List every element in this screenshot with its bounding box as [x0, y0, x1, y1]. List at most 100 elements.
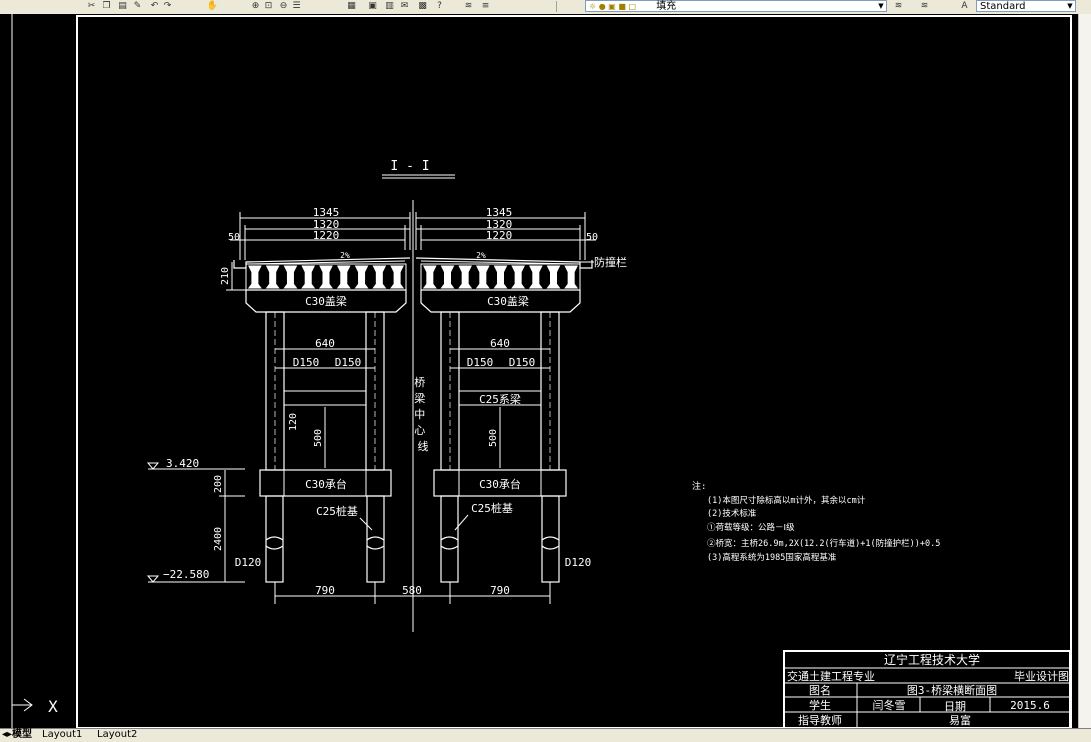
help-icon[interactable]: ? — [433, 1, 446, 12]
dim-clear-height: 500 — [313, 429, 324, 447]
cap-beam-left-label: C30盖梁 — [305, 294, 347, 308]
dim-tie-height: 120 — [288, 413, 299, 431]
girder — [511, 265, 526, 289]
centerline-char: 桥 — [414, 376, 425, 389]
tab-layout1[interactable]: Layout1 — [40, 729, 84, 741]
dim-clear-height-right: 500 — [488, 429, 499, 447]
pile-cap-left-label: C30承台 — [305, 477, 347, 491]
girder — [564, 265, 579, 289]
notes-block: 注: (1)本图尺寸除标高以m计外，其余以cm计 (2)技术标准 ①荷载等级：公… — [692, 480, 940, 563]
cap-beam-right-label: C30盖梁 — [487, 294, 529, 308]
zoom-previous-icon[interactable]: ⊖ — [277, 1, 290, 12]
girder — [528, 265, 543, 289]
slope-label-right: 2% — [476, 251, 486, 260]
tool-palettes-icon[interactable]: ▣ — [366, 1, 379, 12]
ucs-x-label: X — [48, 697, 58, 716]
text-style-dropdown[interactable]: Standard ▼ — [976, 0, 1076, 12]
centerline-char: 梁 — [414, 391, 425, 405]
dim-col-spacing-right: 640 — [490, 337, 510, 350]
undo-icon[interactable]: ↶ — [148, 1, 161, 12]
calculator-icon[interactable]: ▩ — [416, 1, 429, 12]
properties-icon[interactable]: ☰ — [290, 1, 303, 12]
note-line: (1)本图尺寸除标高以m计外，其余以cm计 — [707, 495, 866, 506]
girder — [422, 265, 437, 289]
dim-edge-left: 50 — [228, 232, 240, 243]
guardrail-label: 防撞栏 — [594, 255, 627, 269]
title-name-label: 图名 — [809, 683, 831, 697]
pile-right-leader — [454, 514, 469, 531]
layer-state-icon[interactable]: ≡ — [479, 1, 492, 12]
tab-model[interactable]: 模型 — [10, 729, 34, 741]
layer-dropdown-value: 填充 — [656, 1, 677, 12]
dim-pile-d-left: D120 — [235, 556, 262, 569]
girder — [390, 265, 405, 289]
dim-bottom-left: 790 — [315, 584, 335, 597]
title-drawing-name: 图3-桥梁横断面图 — [907, 683, 997, 697]
elev-top-label: 3.420 — [166, 457, 199, 470]
girder — [283, 265, 298, 289]
drawing-canvas[interactable]: I - I 桥 梁 中 心 线 1345 1320 1220 50 1345 1… — [0, 14, 1078, 728]
design-center-icon[interactable]: ▦ — [345, 1, 358, 12]
title-student: 闫冬雪 — [873, 698, 906, 712]
copy-icon[interactable]: ❐ — [100, 1, 113, 12]
paste-icon[interactable]: ▤ — [116, 1, 129, 12]
title-advisor: 易富 — [949, 713, 971, 727]
toolbar-separator — [556, 1, 557, 12]
pile-cap-right-label: C30承台 — [479, 477, 521, 491]
text-style-icon[interactable]: A — [958, 1, 971, 12]
dim-d150-1: D150 — [293, 356, 320, 369]
section-title: I - I — [390, 159, 429, 174]
chevron-down-icon[interactable]: ▼ — [1065, 1, 1075, 11]
title-design-type: 毕业设计图 — [1014, 670, 1069, 683]
cad-drawing: I - I 桥 梁 中 心 线 1345 1320 1220 50 1345 1… — [11, 14, 1072, 728]
pile-left-leader — [359, 517, 373, 531]
tie-beam-left — [283, 390, 367, 406]
vertical-scrollbar[interactable] — [1078, 14, 1091, 728]
note-line: (2)技术标准 — [707, 508, 757, 519]
zoom-window-icon[interactable]: ⊡ — [262, 1, 275, 12]
title-student-label: 学生 — [809, 698, 831, 712]
girder — [493, 265, 508, 289]
centerline-label: 桥 梁 中 心 线 — [414, 376, 432, 453]
dim-col-spacing-left: 640 — [315, 337, 335, 350]
layer-state-swatches: ☼ ● ▣ ■ □ — [589, 2, 636, 11]
layer-dropdown[interactable]: ☼ ● ▣ ■ □ 填充 ▼ — [585, 0, 887, 12]
dim-top-inner-right: 1220 — [486, 229, 513, 242]
markup-icon[interactable]: ✉ — [398, 1, 411, 12]
notes-heading: 注: — [692, 480, 706, 492]
cut-icon[interactable]: ✂ — [85, 1, 98, 12]
dim-bottom-mid: 580 — [402, 584, 422, 597]
title-school: 辽宁工程技术大学 — [884, 652, 980, 667]
deck-right — [415, 257, 593, 291]
title-major: 交通土建工程专业 — [787, 669, 875, 683]
dim-pile-length: 2400 — [213, 527, 224, 551]
pan-icon[interactable]: ✋ — [206, 1, 219, 12]
note-line: ①荷载等级：公路－Ⅰ级 — [707, 522, 795, 533]
ucs-icon — [12, 698, 33, 712]
layers-icon[interactable]: ≋ — [462, 1, 475, 12]
dim-bottom-right: 790 — [490, 584, 510, 597]
title-date: 2015.6 — [1010, 699, 1050, 712]
girder — [336, 265, 351, 289]
deck-left — [233, 257, 411, 291]
layer-icon[interactable]: ≋ — [918, 1, 931, 12]
text-style-value: Standard — [980, 1, 1026, 12]
dim-edge-right: 50 — [586, 232, 598, 243]
dim-d150-3: D150 — [467, 356, 494, 369]
layer-previous-icon[interactable]: ≋ — [892, 1, 905, 12]
dim-beam-height: 210 — [220, 267, 231, 285]
girder — [440, 265, 455, 289]
tab-layout2[interactable]: Layout2 — [95, 729, 139, 741]
zoom-realtime-icon[interactable]: ⊕ — [249, 1, 262, 12]
drawing-frame — [76, 15, 1072, 728]
sheet-set-icon[interactable]: ▥ — [383, 1, 396, 12]
pile-left-label: C25桩基 — [316, 504, 358, 518]
girder — [319, 265, 333, 289]
tie-beam-label: C25系梁 — [479, 392, 521, 406]
redo-icon[interactable]: ↷ — [161, 1, 174, 12]
chevron-down-icon[interactable]: ▼ — [876, 1, 886, 11]
title-advisor-label: 指导教师 — [798, 713, 842, 727]
title-date-label: 日期 — [944, 700, 966, 713]
match-properties-icon[interactable]: ✎ — [131, 1, 144, 12]
toolbar: ✂ ❐ ▤ ✎ ↶ ↷ ✋ ⊕ ⊡ ⊖ ☰ ▦ ▣ ▥ ✉ ▩? ≋ ≡ ☼ ● ▣ ■ □ 填充 ▼ ≋ ≋ A… — [0, 0, 1091, 15]
